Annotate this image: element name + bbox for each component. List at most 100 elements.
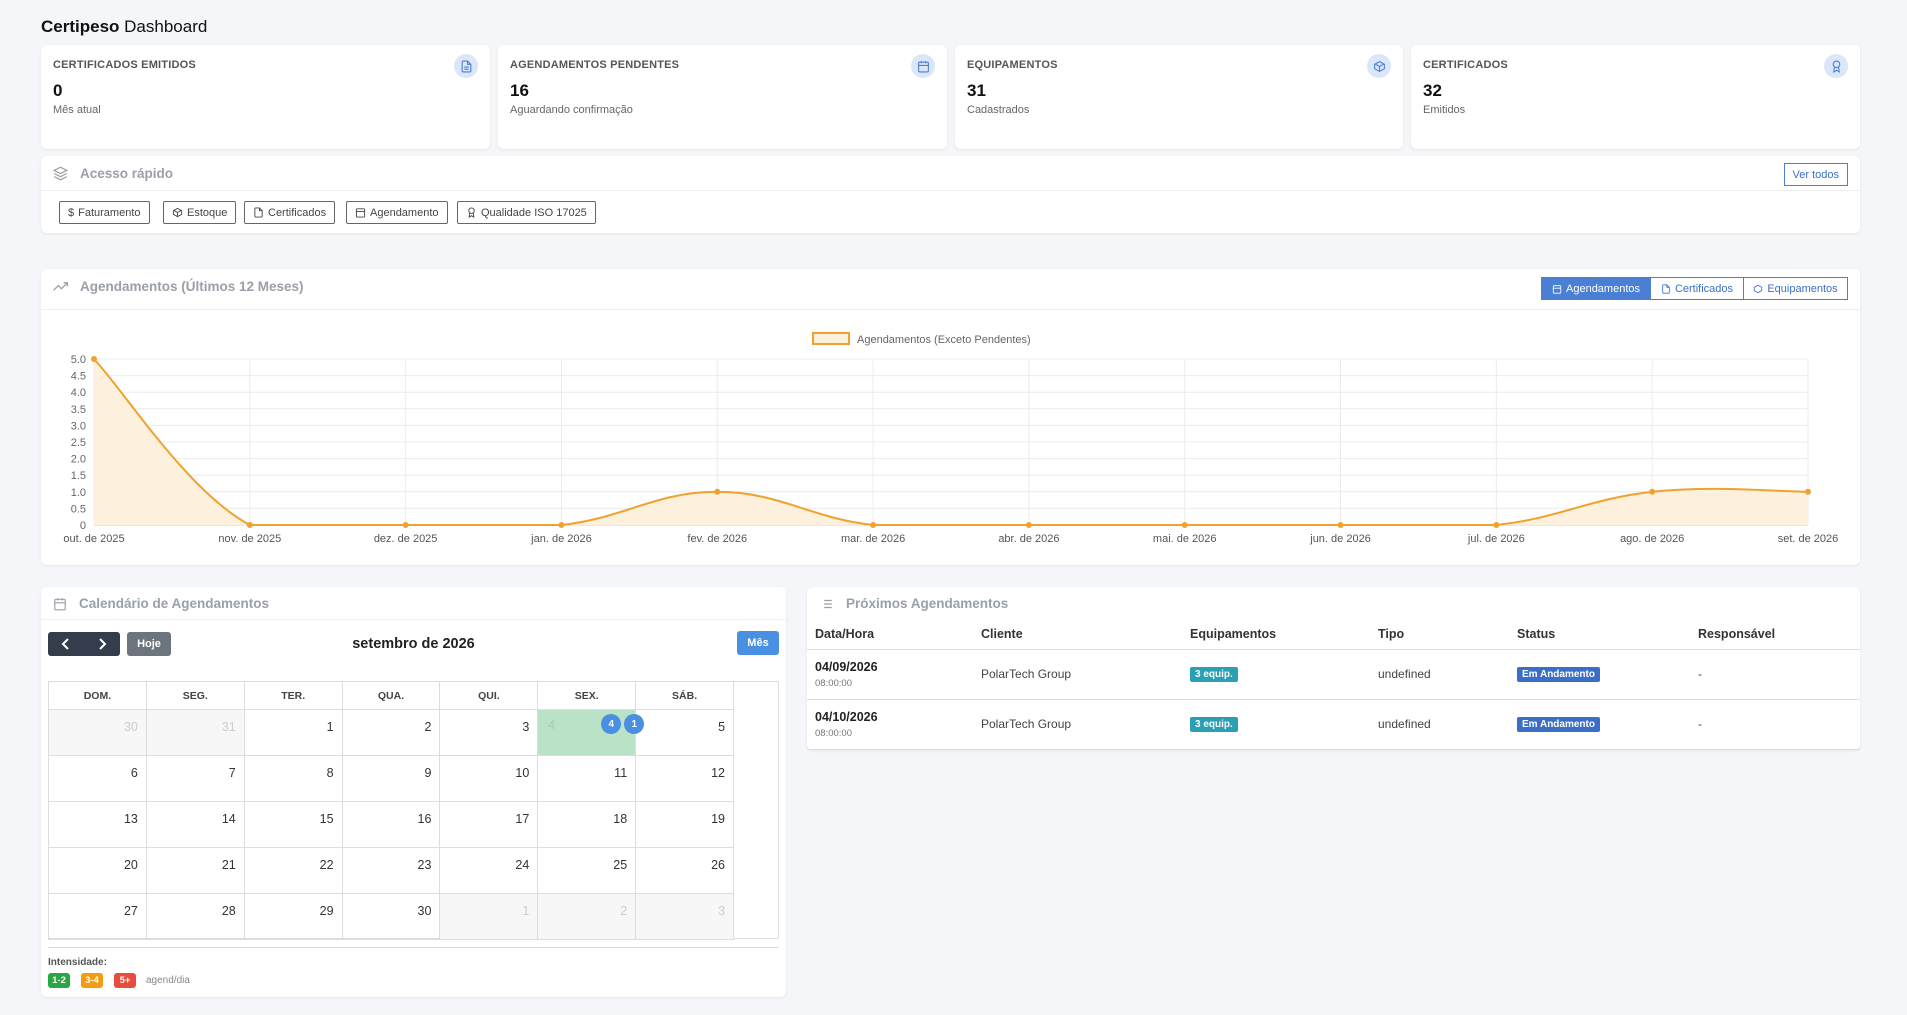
stat-subtitle: Mês atual	[53, 104, 101, 116]
intensity-pill-medium: 3-4	[81, 973, 103, 988]
day-number: 4	[548, 718, 556, 732]
calendar-day[interactable]: 18	[538, 802, 637, 848]
y-tick-label: 3.5	[71, 404, 86, 416]
stat-card-certificados: CERTIFICADOS 32 Emitidos	[1411, 45, 1860, 149]
responsible-cell: -	[1690, 699, 1860, 750]
stat-card-equipamentos: EQUIPAMENTOS 31 Cadastrados	[955, 45, 1403, 149]
quick-button-label: Estoque	[187, 206, 228, 219]
list-icon	[821, 599, 832, 608]
column-header: Responsável	[1690, 619, 1860, 650]
calendar-day[interactable]: 19	[636, 802, 735, 848]
calendar-day[interactable]: 20	[49, 848, 147, 894]
calendar-day[interactable]: 30	[342, 894, 441, 940]
data-point	[402, 522, 409, 528]
calendar-day[interactable]: 31	[146, 710, 245, 756]
stat-title: EQUIPAMENTOS	[967, 59, 1058, 71]
calendar-day[interactable]: 2	[538, 894, 637, 940]
quick-faturamento-button[interactable]: $ Faturamento	[59, 201, 150, 224]
x-tick-label: dez. de 2025	[374, 533, 438, 545]
calendar-day[interactable]: 17	[440, 802, 539, 848]
divider	[48, 947, 779, 948]
equipment-cell: 3 equip.	[1182, 649, 1370, 700]
quick-access-panel: Acesso rápido Ver todos $ Faturamento Es…	[41, 156, 1860, 233]
calendar-day[interactable]: 14	[146, 802, 245, 848]
calendar-day[interactable]: 5	[636, 710, 735, 756]
quick-agendamento-button[interactable]: Agendamento	[346, 201, 448, 224]
calendar-grid: DOM. SEG. TER. QUA. QUI. SEX. SÁB. 30 31…	[48, 681, 735, 940]
quick-qualidade-button[interactable]: Qualidade ISO 17025	[457, 201, 596, 224]
month-view-button[interactable]: Mês	[737, 631, 779, 655]
calendar-day[interactable]: 9	[342, 756, 441, 802]
calendar-day-highlighted[interactable]: 4 4 1	[538, 710, 645, 756]
calendar-day[interactable]: 1	[440, 894, 539, 940]
stat-value: 32	[1423, 81, 1442, 100]
y-tick-label: 4.0	[71, 387, 86, 399]
calendar-icon	[355, 208, 366, 218]
calendar-day[interactable]: 10	[440, 756, 539, 802]
calendar-day[interactable]: 6	[49, 756, 147, 802]
quick-certificados-button[interactable]: Certificados	[244, 201, 336, 224]
date-time-cell: 04/10/2026 08:00:00	[807, 699, 973, 750]
stat-card-certificados-emitidos: CERTIFICADOS EMITIDOS 0 Mês atual	[41, 45, 490, 149]
intensity-pill-high: 5+	[114, 973, 136, 988]
calendar-day[interactable]: 28	[146, 894, 245, 940]
calendar-week: 20 21 22 23 24 25 26	[49, 848, 735, 894]
calendar-week: 13 14 15 16 17 18 19	[49, 802, 735, 848]
calendar-day[interactable]: 15	[244, 802, 343, 848]
upcoming-header: Próximos Agendamentos	[819, 596, 1008, 611]
calendar-day[interactable]: 25	[538, 848, 637, 894]
calendar-day[interactable]: 3	[440, 710, 539, 756]
box-icon	[1367, 54, 1391, 78]
calendar-day[interactable]: 21	[146, 848, 245, 894]
tab-equipamentos[interactable]: Equipamentos	[1743, 277, 1848, 300]
calendar-day[interactable]: 8	[244, 756, 343, 802]
quick-estoque-button[interactable]: Estoque	[163, 201, 237, 224]
event-count-bubble[interactable]: 4	[601, 714, 622, 734]
calendar-day[interactable]: 2	[342, 710, 441, 756]
x-tick-label: set. de 2026	[1778, 533, 1839, 545]
table-row[interactable]: 04/10/2026 08:00:00 PolarTech Group 3 eq…	[807, 699, 1860, 750]
see-all-button[interactable]: Ver todos	[1783, 163, 1848, 186]
calendar-day[interactable]: 7	[146, 756, 245, 802]
weekday-label: QUA.	[342, 682, 441, 710]
agendamentos-chart: 0 0.5 1.0 1.5 2.0 2.5 3.0 3.5 4.0 4.5 5.0 out. de 2…	[63, 332, 1839, 545]
status-cell: Em Andamento	[1509, 649, 1690, 700]
client-cell: PolarTech Group	[973, 649, 1182, 700]
intensity-pill-low: 1-2	[48, 973, 70, 988]
tab-agendamentos[interactable]: Agendamentos	[1541, 277, 1651, 300]
data-point	[1649, 488, 1656, 495]
chart-panel: Agendamentos (Últimos 12 Meses) Agendame…	[41, 269, 1860, 565]
calendar-day[interactable]: 11	[538, 756, 637, 802]
tab-label: Equipamentos	[1767, 282, 1838, 295]
data-point	[1181, 522, 1188, 528]
table-header-row: Data/Hora Cliente Equipamentos Tipo Stat…	[807, 619, 1860, 650]
quick-button-label: Qualidade ISO 17025	[481, 206, 587, 219]
calendar-day[interactable]: 23	[342, 848, 441, 894]
intensity-label: Intensidade:	[48, 957, 107, 968]
calendar-day[interactable]: 30	[49, 710, 147, 756]
tab-certificados[interactable]: Certificados	[1650, 277, 1744, 300]
quick-access-header: Acesso rápido	[53, 166, 173, 181]
calendar-day[interactable]: 13	[49, 802, 147, 848]
brand-name: Certipeso	[41, 17, 120, 36]
type-cell: undefined	[1370, 649, 1509, 700]
calendar-day[interactable]: 26	[636, 848, 735, 894]
stat-card-agendamentos-pendentes: AGENDAMENTOS PENDENTES 16 Aguardando con…	[498, 45, 947, 149]
calendar-day[interactable]: 12	[636, 756, 735, 802]
calendar-day[interactable]: 22	[244, 848, 343, 894]
calendar-day[interactable]: 1	[244, 710, 343, 756]
column-header: Tipo	[1370, 619, 1509, 650]
calendar-day[interactable]: 3	[636, 894, 735, 940]
legend-label: Agendamentos (Exceto Pendentes)	[857, 334, 1031, 346]
calendar-day[interactable]: 29	[244, 894, 343, 940]
calendar-month-label: setembro de 2026	[352, 636, 475, 652]
quick-access-title: Acesso rápido	[80, 166, 174, 181]
calendar-day[interactable]: 27	[49, 894, 147, 940]
calendar-day[interactable]: 24	[440, 848, 539, 894]
weekday-label: TER.	[244, 682, 343, 710]
calendar-day[interactable]: 16	[342, 802, 441, 848]
quick-button-label: Faturamento	[78, 206, 141, 219]
x-tick-label: fev. de 2026	[687, 533, 747, 545]
weekday-label: QUI.	[440, 682, 539, 710]
table-row[interactable]: 04/09/2026 08:00:00 PolarTech Group 3 eq…	[807, 649, 1860, 700]
